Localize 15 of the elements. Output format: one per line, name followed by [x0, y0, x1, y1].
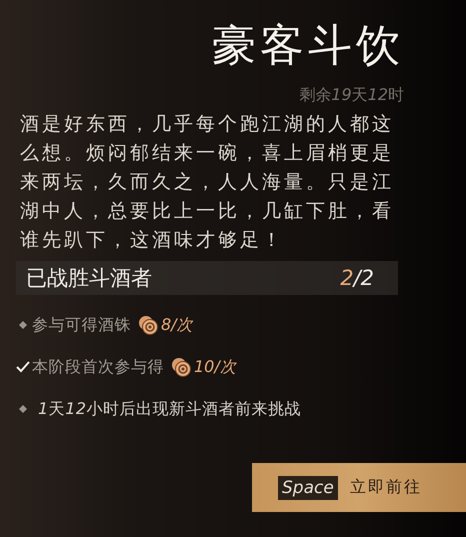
item-text: 本阶段首次参与得 [32, 356, 164, 378]
reward-amount: 8/次 [161, 314, 193, 336]
key-hint: Space [278, 476, 338, 500]
item-text: 参与可得酒铢 [32, 314, 131, 336]
coin-icon [170, 356, 192, 378]
go-button[interactable]: Space 立即前往 [252, 463, 466, 512]
event-title: 豪客斗饮 [212, 19, 404, 73]
event-description: 酒是好东西，几乎每个跑江湖的人都这么想。烦闷郁结来一碗，喜上眉梢更是来两坛，久而久之，人人海量。只是江湖中人，总要比上一比，几缸下肚，看谁先趴下，这酒味才够足！ [20, 112, 395, 253]
button-label: 立即前往 [350, 477, 422, 498]
progress-label: 已战胜斗酒者 [26, 265, 152, 292]
item-text: 1天12小时后出现新斗酒者前来挑战 [38, 398, 302, 420]
coin-icon [137, 314, 159, 336]
time-left: 剩余19天12时 [299, 84, 404, 106]
reward-amount: 10/次 [194, 356, 236, 378]
progress-count: 2/2 [340, 266, 374, 290]
